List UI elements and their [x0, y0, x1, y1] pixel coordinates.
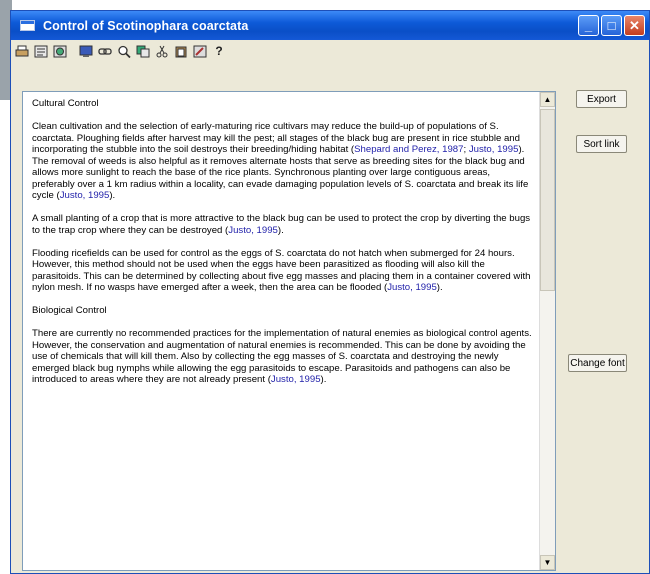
maximize-icon: □ — [607, 18, 616, 33]
text-span: ). — [320, 374, 327, 385]
arrow-down-icon: ▼ — [543, 558, 552, 567]
arrow-up-icon: ▲ — [543, 95, 552, 104]
scroll-down-button[interactable]: ▼ — [540, 555, 555, 570]
text-span: Flooding ricefields can be used for cont… — [32, 247, 531, 294]
paragraph-cultural-3: Flooding ricefields can be used for cont… — [32, 248, 532, 294]
export-button[interactable]: Export — [576, 90, 627, 108]
toolbar: ? — [11, 40, 649, 62]
globe-icon[interactable] — [51, 42, 69, 60]
minimize-icon: _ — [584, 18, 593, 33]
minimize-button[interactable]: _ — [578, 15, 599, 36]
reference-link[interactable]: Shepard and Perez, 1987 — [354, 144, 463, 155]
window-controls: _ □ ✕ — [578, 15, 645, 36]
text-span: ). — [109, 190, 116, 201]
main-window: Control of Scotinophara coarctata _ □ ✕ … — [10, 10, 650, 574]
reference-link[interactable]: Justo, 1995 — [271, 374, 321, 385]
reference-link[interactable]: Justo, 1995 — [387, 282, 437, 293]
paragraph-cultural-2: A small planting of a crop that is more … — [32, 213, 532, 236]
close-icon: ✕ — [629, 17, 640, 33]
change-font-button[interactable]: Change font — [568, 354, 627, 372]
window-icon — [20, 20, 35, 31]
monitor-icon[interactable] — [77, 42, 95, 60]
text-span: ). — [277, 224, 284, 236]
page-icon[interactable] — [32, 42, 50, 60]
heading-biological-control: Biological Control — [32, 305, 107, 316]
reference-link[interactable]: Justo, 1995 — [228, 225, 278, 236]
content-frame: Cultural Control Clean cultivation and t… — [22, 91, 556, 571]
window-title: Control of Scotinophara coarctata — [43, 18, 249, 33]
maximize-button[interactable]: □ — [601, 15, 622, 36]
zoom-icon[interactable] — [115, 42, 133, 60]
paragraph-cultural-1: Clean cultivation and the selection of e… — [32, 121, 532, 202]
paste-icon[interactable] — [172, 42, 190, 60]
content-text-area[interactable]: Cultural Control Clean cultivation and t… — [32, 98, 532, 568]
help-icon[interactable]: ? — [210, 42, 228, 60]
paragraph-biological-1: There are currently no recommended pract… — [32, 328, 532, 386]
vertical-scrollbar[interactable]: ▲ ▼ — [539, 92, 555, 570]
reference-link[interactable]: Justo, 1995 — [469, 144, 519, 155]
reference-link[interactable]: Justo, 1995 — [60, 190, 110, 201]
print-icon[interactable] — [13, 42, 31, 60]
title-bar[interactable]: Control of Scotinophara coarctata _ □ ✕ — [11, 11, 649, 40]
close-button[interactable]: ✕ — [624, 15, 645, 36]
scrollbar-thumb[interactable] — [540, 109, 555, 291]
heading-cultural-control: Cultural Control — [32, 98, 99, 109]
edit-icon[interactable] — [191, 42, 209, 60]
copy-icon[interactable] — [134, 42, 152, 60]
sort-link-button[interactable]: Sort link — [576, 135, 627, 153]
cut-icon[interactable] — [153, 42, 171, 60]
scroll-up-button[interactable]: ▲ — [540, 92, 555, 107]
link-icon[interactable] — [96, 42, 114, 60]
text-span: ). — [436, 282, 443, 293]
